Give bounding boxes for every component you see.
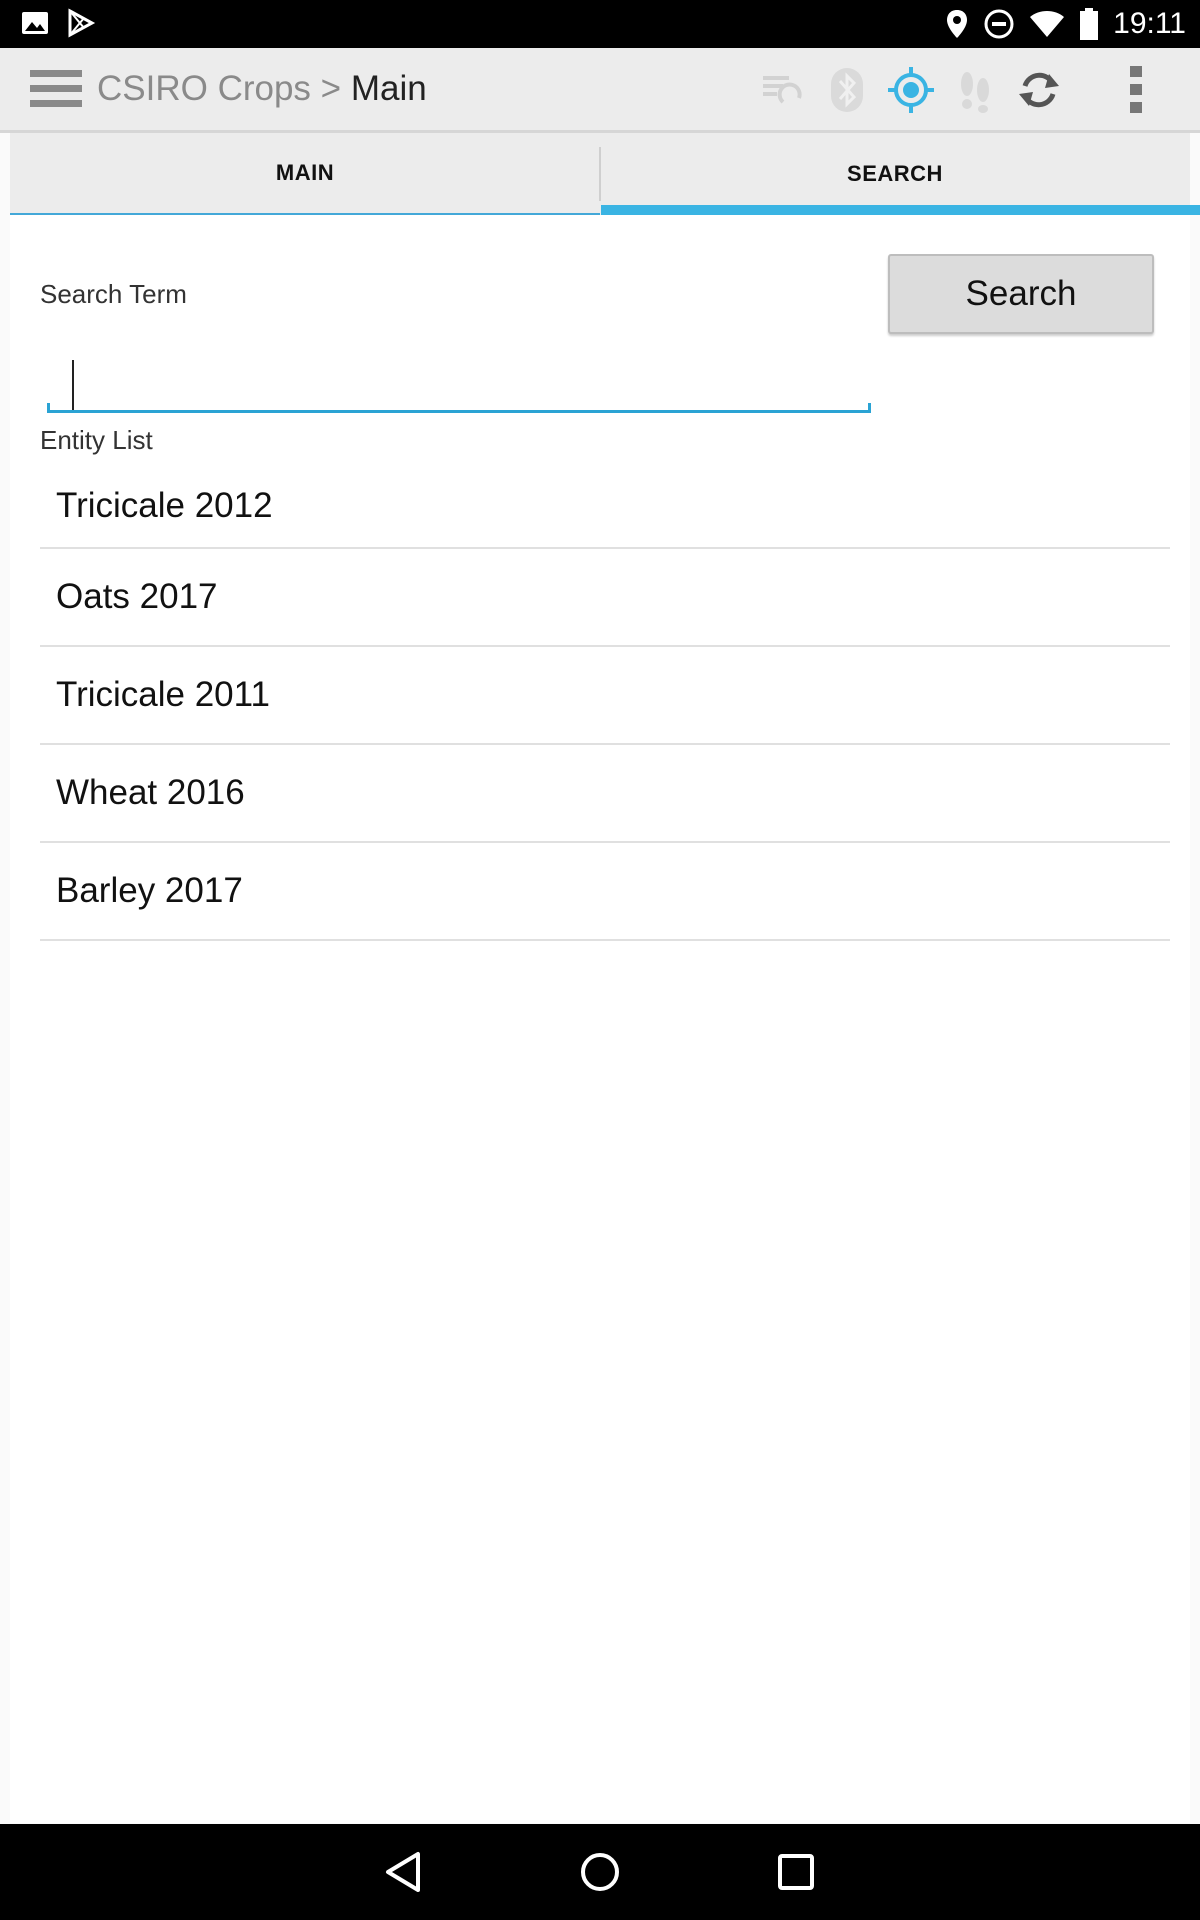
gps-target-icon[interactable] — [887, 66, 935, 114]
tab-main[interactable]: MAIN — [10, 133, 600, 215]
status-time: 19:11 — [1113, 7, 1186, 40]
tab-search[interactable]: SEARCH — [600, 133, 1190, 215]
image-icon — [22, 12, 48, 34]
footsteps-icon[interactable] — [951, 66, 999, 114]
list-item[interactable]: Barley 2017 — [40, 843, 1170, 941]
sync-list-icon[interactable] — [757, 66, 805, 114]
play-store-icon — [68, 8, 96, 38]
breadcrumb-parent[interactable]: CSIRO Crops — [97, 69, 311, 108]
list-item[interactable]: Oats 2017 — [40, 549, 1170, 647]
do-not-disturb-icon — [984, 9, 1014, 39]
text-cursor — [72, 360, 74, 410]
wifi-icon — [1030, 11, 1065, 37]
search-term-label: Search Term — [40, 279, 187, 309]
search-input-container — [47, 350, 887, 413]
home-icon[interactable] — [574, 1846, 626, 1898]
search-button[interactable]: Search — [888, 254, 1154, 334]
recents-icon[interactable] — [770, 1846, 822, 1898]
overflow-menu-icon[interactable] — [1112, 66, 1160, 114]
battery-icon — [1080, 8, 1099, 40]
breadcrumb-separator: > — [320, 69, 342, 108]
location-pin-icon — [947, 10, 968, 38]
search-input[interactable] — [47, 350, 887, 412]
list-item[interactable]: Tricicale 2012 — [40, 465, 1170, 549]
bluetooth-icon[interactable] — [823, 66, 871, 114]
navigation-bar — [0, 1824, 1200, 1920]
refresh-icon[interactable] — [1015, 66, 1063, 114]
entity-list: Tricicale 2012 Oats 2017 Tricicale 2011 … — [40, 465, 1170, 941]
hamburger-menu-icon[interactable] — [30, 68, 82, 110]
search-panel: Search Term Search Entity List Tricicale… — [10, 215, 1190, 1823]
list-item[interactable]: Tricicale 2011 — [40, 647, 1170, 745]
back-icon[interactable] — [378, 1846, 430, 1898]
action-bar: CSIRO Crops > Main — [0, 48, 1200, 133]
breadcrumb: CSIRO Crops > Main — [97, 68, 427, 110]
tab-bar: MAIN SEARCH — [10, 133, 1200, 215]
breadcrumb-current: Main — [350, 69, 427, 108]
entity-list-label: Entity List — [40, 425, 153, 455]
selected-tab-indicator — [601, 205, 1200, 215]
list-item[interactable]: Wheat 2016 — [40, 745, 1170, 843]
status-bar: 19:11 — [0, 0, 1200, 48]
